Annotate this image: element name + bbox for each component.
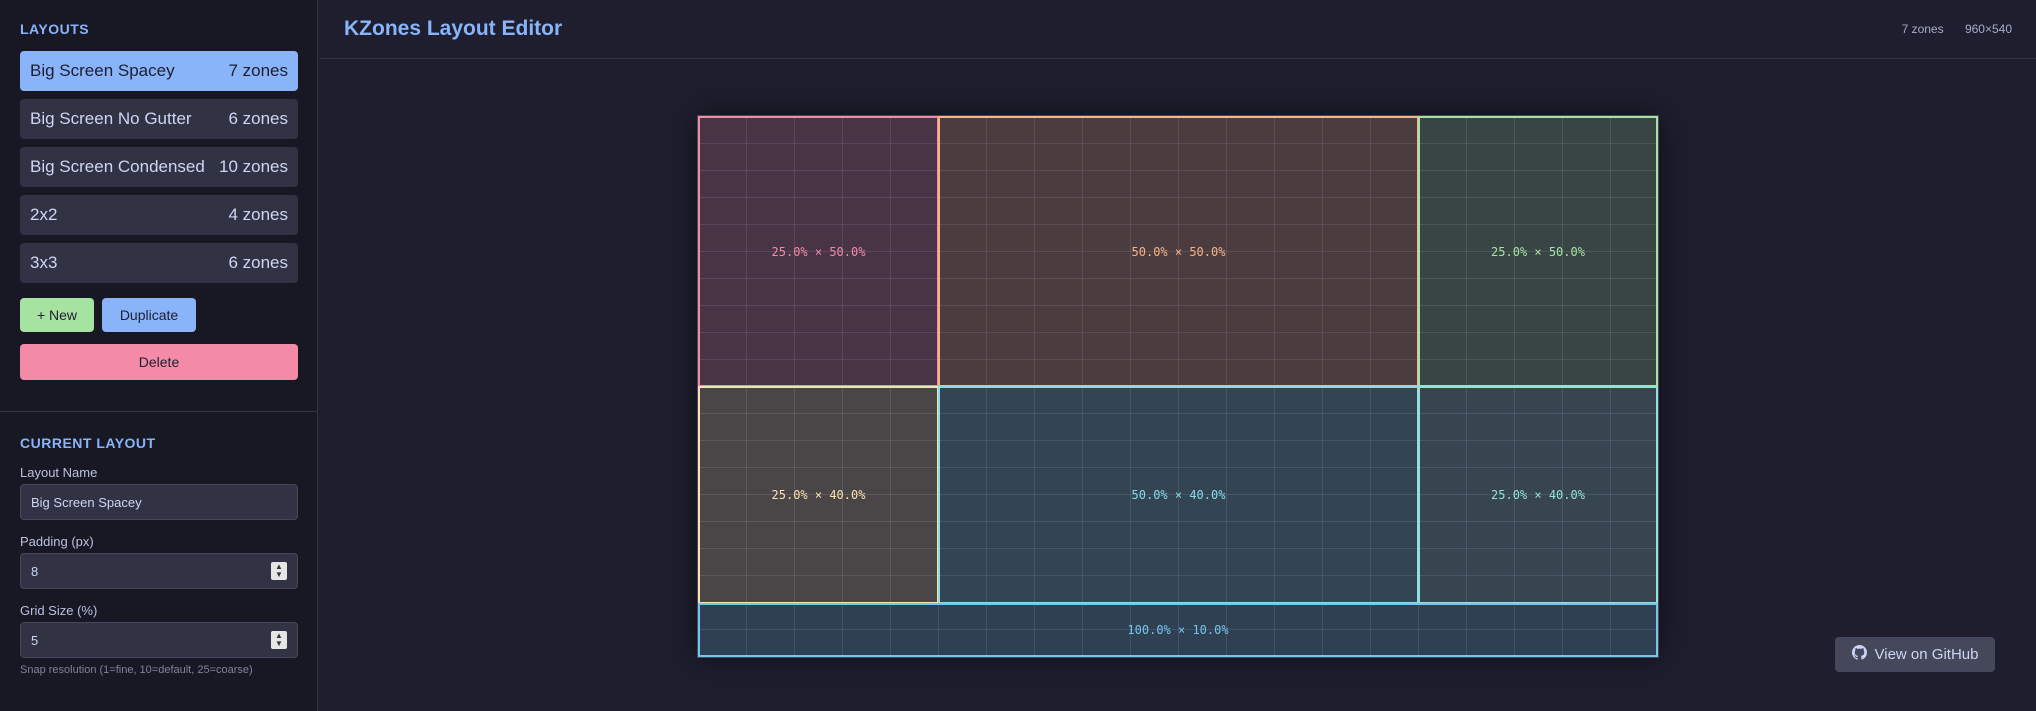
layout-item-2x2[interactable]: 2x2 4 zones: [20, 195, 298, 235]
layout-item-zone-count: 6 zones: [228, 109, 288, 128]
sidebar-divider: [0, 411, 318, 412]
layout-item-3x3[interactable]: 3x3 6 zones: [20, 243, 298, 283]
layout-name-input[interactable]: Big Screen Spacey: [20, 484, 298, 520]
layout-item-name: Big Screen Condensed: [30, 157, 205, 176]
chevron-down-icon[interactable]: ▼: [275, 640, 283, 648]
layout-name-label: Layout Name: [20, 465, 98, 480]
layout-item-zone-count: 6 zones: [228, 253, 288, 272]
zone-size-label: 25.0% × 40.0%: [1491, 488, 1585, 502]
zone-count-stat: 7 zones: [1901, 22, 1944, 36]
layout-item-big-screen-no-gutter[interactable]: Big Screen No Gutter 6 zones: [20, 99, 298, 139]
grid-size-stepper[interactable]: ▲ ▼: [271, 631, 287, 649]
layout-item-name: Big Screen No Gutter: [30, 109, 192, 128]
header-stats: 7 zones 960×540: [1884, 22, 2012, 36]
zone-2[interactable]: 25.0% × 50.0%: [1418, 116, 1658, 387]
resolution-stat: 960×540: [1964, 22, 2012, 36]
view-on-github-button[interactable]: View on GitHub: [1835, 637, 1995, 672]
layout-item-name: 2x2: [30, 205, 58, 224]
delete-layout-button[interactable]: Delete: [20, 344, 298, 380]
app-title: KZones Layout Editor: [344, 17, 563, 40]
zone-6[interactable]: 100.0% × 10.0%: [698, 603, 1658, 657]
view-on-github-label: View on GitHub: [1874, 646, 1979, 663]
padding-label: Padding (px): [20, 534, 94, 549]
zone-size-label: 100.0% × 10.0%: [1127, 623, 1229, 637]
zone-0[interactable]: 25.0% × 50.0%: [698, 116, 939, 387]
padding-input[interactable]: 8 ▲ ▼: [20, 553, 298, 589]
zone-4[interactable]: 50.0% × 40.0%: [938, 386, 1419, 604]
layout-name-value: Big Screen Spacey: [31, 494, 142, 510]
zone-1[interactable]: 50.0% × 50.0%: [938, 116, 1419, 387]
zone-size-label: 25.0% × 50.0%: [1491, 244, 1585, 259]
sidebar: LAYOUTS Big Screen Spacey 7 zones Big Sc…: [0, 0, 318, 711]
layout-item-name: Big Screen Spacey: [30, 61, 175, 80]
zone-size-label: 50.0% × 50.0%: [1131, 244, 1226, 259]
layout-item-big-screen-spacey[interactable]: Big Screen Spacey 7 zones: [20, 51, 298, 91]
padding-stepper[interactable]: ▲ ▼: [271, 562, 287, 580]
layout-item-zone-count: 4 zones: [228, 205, 288, 224]
zone-5[interactable]: 25.0% × 40.0%: [1418, 386, 1658, 604]
grid-size-hint: Snap resolution (1=fine, 10=default, 25=…: [20, 664, 253, 676]
layouts-section-title: LAYOUTS: [20, 21, 90, 37]
current-layout-section-title: CURRENT LAYOUT: [20, 435, 156, 451]
layout-item-name: 3x3: [30, 253, 58, 272]
zone-size-label: 50.0% × 40.0%: [1131, 488, 1226, 502]
layout-item-zone-count: 10 zones: [219, 157, 288, 176]
padding-value: 8: [31, 563, 39, 579]
layout-canvas[interactable]: 25.0% × 50.0% 50.0% × 50.0% 25.0% × 50.0…: [697, 115, 1659, 658]
layout-item-big-screen-condensed[interactable]: Big Screen Condensed 10 zones: [20, 147, 298, 187]
duplicate-layout-button[interactable]: Duplicate: [102, 298, 196, 332]
grid-size-label: Grid Size (%): [20, 603, 98, 618]
zone-3[interactable]: 25.0% × 40.0%: [698, 386, 939, 604]
grid-size-value: 5: [31, 632, 39, 648]
header: KZones Layout Editor 7 zones 960×540: [319, 0, 2036, 59]
layout-item-zone-count: 7 zones: [228, 61, 288, 80]
new-layout-button[interactable]: + New: [20, 298, 94, 332]
grid-size-input[interactable]: 5 ▲ ▼: [20, 622, 298, 658]
chevron-down-icon[interactable]: ▼: [275, 571, 283, 579]
github-icon: [1851, 645, 1867, 664]
zone-size-label: 25.0% × 50.0%: [771, 244, 866, 259]
zone-size-label: 25.0% × 40.0%: [771, 488, 866, 502]
